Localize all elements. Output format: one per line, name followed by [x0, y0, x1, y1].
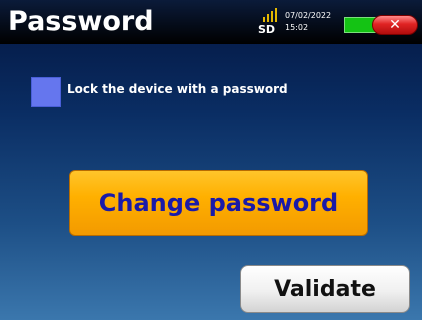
header-bar: Password SD 07/02/2022 15:02 ✕ [0, 0, 422, 44]
page-title: Password [8, 6, 154, 37]
close-icon: ✕ [389, 17, 401, 33]
validate-label: Validate [274, 276, 376, 302]
signal-icon [263, 8, 277, 22]
lock-label: Lock the device with a password [67, 82, 288, 96]
sd-status: SD [258, 8, 282, 38]
validate-button[interactable]: Validate [240, 265, 410, 313]
sd-label: SD [258, 23, 276, 36]
lock-option-row[interactable]: Lock the device with a password [31, 77, 351, 107]
time-text: 15:02 [285, 23, 309, 32]
datetime: 07/02/2022 15:02 [285, 10, 331, 34]
change-password-button[interactable]: Change password [69, 170, 368, 236]
close-button[interactable]: ✕ [372, 15, 418, 35]
change-password-label: Change password [98, 189, 339, 217]
lock-checkbox[interactable] [31, 77, 61, 107]
date-text: 07/02/2022 [285, 11, 332, 20]
